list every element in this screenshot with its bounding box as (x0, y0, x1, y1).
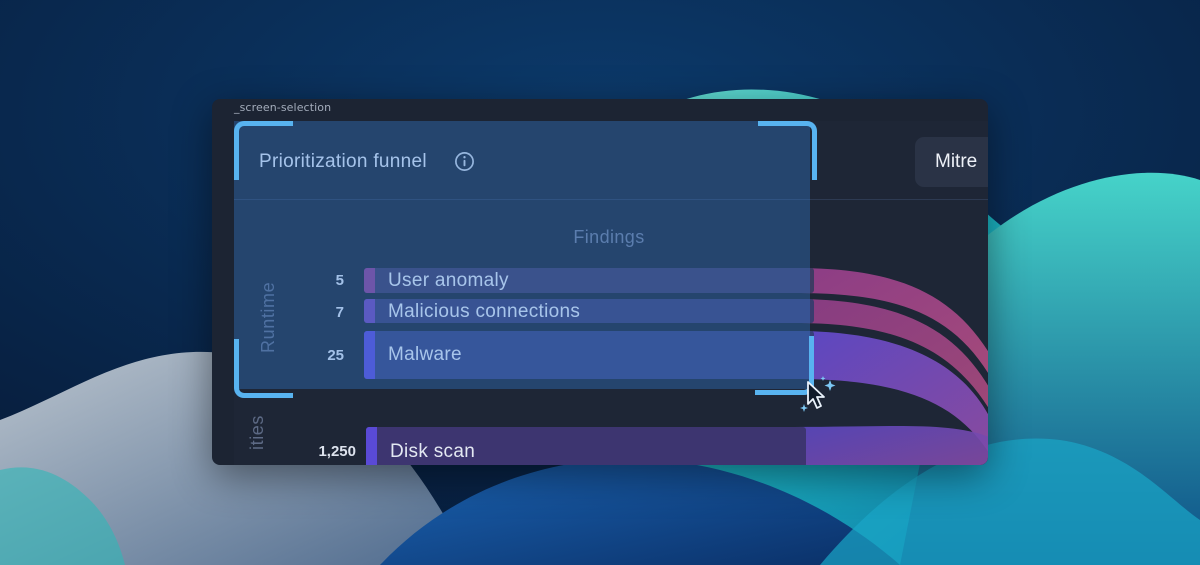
bar-label: Malicious connections (388, 301, 581, 322)
sparkle-cursor-icon (800, 376, 836, 412)
bar-label: Malware (388, 344, 462, 365)
app-window: _screen-selection Prioritization funnel … (212, 99, 988, 465)
bar-accent (366, 427, 377, 465)
bar-accent (364, 331, 375, 379)
row-count-user-anomaly: 5 (335, 272, 344, 289)
bar-user-anomaly[interactable]: User anomaly (364, 268, 814, 293)
bar-malware[interactable]: Malware (364, 331, 814, 379)
bar-disk-scan[interactable]: Disk scan (366, 427, 806, 465)
selection-corner-top-right[interactable] (758, 121, 817, 180)
selection-corner-top-left[interactable] (234, 121, 293, 180)
funnel-flows (794, 268, 988, 465)
bar-accent (364, 268, 375, 293)
flow-disk-scan (794, 426, 988, 465)
bar-label: User anomaly (388, 270, 509, 291)
row-count-disk-scan: 1,250 (318, 443, 356, 460)
bar-accent (364, 299, 375, 323)
row-count-malware: 25 (327, 347, 344, 364)
prioritization-funnel-panel: Prioritization funnel Mitre Findings Run… (234, 121, 988, 465)
bar-malicious-connections[interactable]: Malicious connections (364, 299, 814, 323)
window-title: _screen-selection (234, 101, 332, 114)
bar-label: Disk scan (390, 441, 476, 462)
row-count-malicious-connections: 7 (335, 304, 344, 321)
selection-corner-bottom-left[interactable] (234, 339, 293, 398)
group-label-vulnerabilities: ities (247, 414, 267, 450)
